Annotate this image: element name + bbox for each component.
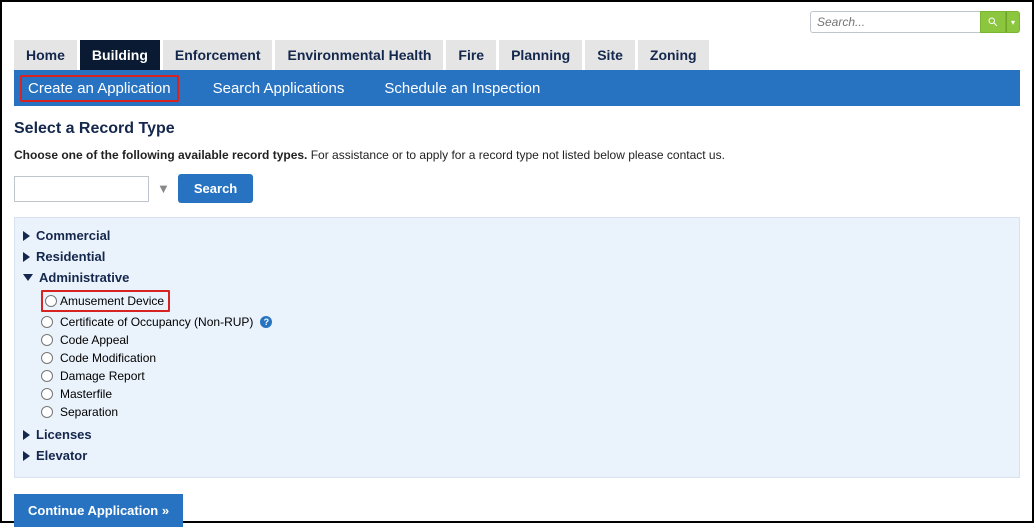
radio-code-appeal-label: Code Appeal bbox=[60, 332, 129, 348]
radio-masterfile-label: Masterfile bbox=[60, 386, 112, 402]
radio-separation-label: Separation bbox=[60, 404, 118, 420]
filter-search-button[interactable]: Search bbox=[178, 174, 253, 203]
record-type-panel: Commercial Residential Administrative Am… bbox=[14, 217, 1020, 478]
record-type-filter-input[interactable] bbox=[14, 176, 149, 202]
radio-damage-report[interactable] bbox=[41, 370, 53, 382]
chevron-right-icon bbox=[23, 430, 30, 440]
tab-planning[interactable]: Planning bbox=[499, 40, 582, 70]
instruction-rest: For assistance or to apply for a record … bbox=[307, 148, 725, 162]
global-search-dropdown[interactable]: ▾ bbox=[1006, 11, 1020, 33]
radio-separation[interactable] bbox=[41, 406, 53, 418]
category-elevator-label: Elevator bbox=[36, 448, 87, 463]
tab-fire[interactable]: Fire bbox=[446, 40, 496, 70]
category-licenses-label: Licenses bbox=[36, 427, 92, 442]
radio-amusement-device[interactable] bbox=[45, 295, 57, 307]
radio-certificate-occupancy[interactable] bbox=[41, 316, 53, 328]
radio-masterfile[interactable] bbox=[41, 388, 53, 400]
category-licenses[interactable]: Licenses bbox=[23, 427, 1011, 442]
category-residential-label: Residential bbox=[36, 249, 105, 264]
radio-certificate-occupancy-label: Certificate of Occupancy (Non-RUP) bbox=[60, 314, 253, 330]
chevron-down-icon bbox=[23, 274, 33, 281]
radio-damage-report-label: Damage Report bbox=[60, 368, 145, 384]
help-icon[interactable]: ? bbox=[260, 316, 272, 328]
page-title: Select a Record Type bbox=[14, 120, 1020, 138]
filter-icon[interactable]: ▼ bbox=[157, 181, 170, 196]
radio-code-modification-label: Code Modification bbox=[60, 350, 156, 366]
chevron-right-icon bbox=[23, 252, 30, 262]
filter-row: ▼ Search bbox=[14, 174, 1020, 203]
category-administrative-label: Administrative bbox=[39, 270, 129, 285]
subnav-search-applications[interactable]: Search Applications bbox=[207, 75, 351, 102]
tab-site[interactable]: Site bbox=[585, 40, 635, 70]
global-search-input[interactable] bbox=[810, 11, 980, 33]
main-tabs: Home Building Enforcement Environmental … bbox=[14, 40, 1020, 70]
radio-code-appeal[interactable] bbox=[41, 334, 53, 346]
chevron-right-icon bbox=[23, 451, 30, 461]
continue-application-button[interactable]: Continue Application » bbox=[14, 494, 183, 527]
chevron-right-icon bbox=[23, 231, 30, 241]
subnav-create-application[interactable]: Create an Application bbox=[20, 75, 179, 102]
tab-home[interactable]: Home bbox=[14, 40, 77, 70]
category-administrative[interactable]: Administrative bbox=[23, 270, 1011, 285]
radio-amusement-device-label: Amusement Device bbox=[60, 293, 164, 309]
radio-code-modification[interactable] bbox=[41, 352, 53, 364]
tab-building[interactable]: Building bbox=[80, 40, 160, 70]
category-administrative-children: Amusement Device Certificate of Occupanc… bbox=[41, 289, 1011, 421]
instruction-text: Choose one of the following available re… bbox=[14, 148, 1020, 162]
instruction-bold: Choose one of the following available re… bbox=[14, 148, 307, 162]
subnav: Create an Application Search Application… bbox=[14, 70, 1020, 106]
category-elevator[interactable]: Elevator bbox=[23, 448, 1011, 463]
tab-enforcement[interactable]: Enforcement bbox=[163, 40, 273, 70]
search-icon bbox=[987, 16, 999, 28]
highlighted-option-amusement: Amusement Device bbox=[41, 290, 170, 312]
tab-environmental-health[interactable]: Environmental Health bbox=[275, 40, 443, 70]
category-residential[interactable]: Residential bbox=[23, 249, 1011, 264]
category-commercial[interactable]: Commercial bbox=[23, 228, 1011, 243]
global-search-button[interactable] bbox=[980, 11, 1006, 33]
caret-down-icon: ▾ bbox=[1011, 18, 1015, 27]
subnav-schedule-inspection[interactable]: Schedule an Inspection bbox=[378, 75, 546, 102]
tab-zoning[interactable]: Zoning bbox=[638, 40, 709, 70]
category-commercial-label: Commercial bbox=[36, 228, 110, 243]
global-search: ▾ bbox=[810, 11, 1020, 33]
